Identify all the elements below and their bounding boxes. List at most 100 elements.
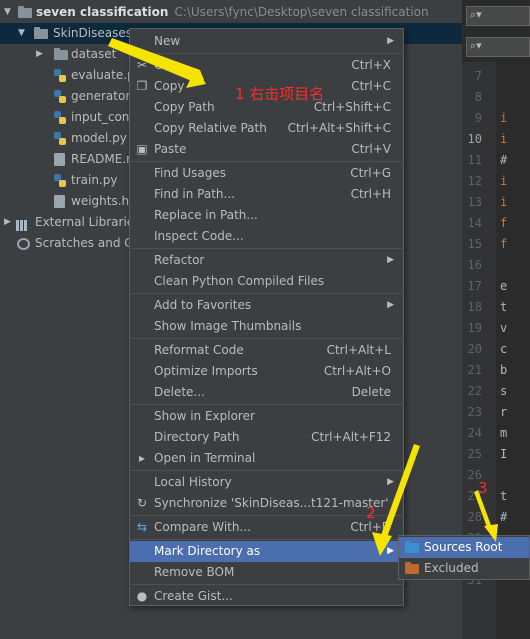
menu-item-refactor[interactable]: Refactor ▶: [130, 250, 403, 271]
submenu-arrow-icon: ▶: [387, 546, 394, 556]
line-number: 13: [467, 195, 482, 209]
tree-item-label: evaluate.p: [71, 68, 135, 82]
line-number: 18: [467, 300, 482, 314]
tree-item-label: input_conf: [71, 110, 134, 124]
menu-item-label: Copy Relative Path: [154, 121, 267, 135]
menu-item-optimize-imports[interactable]: Optimize Imports Ctrl+Alt+O: [130, 361, 403, 382]
menu-item-remove-bom[interactable]: Remove BOM: [130, 562, 403, 583]
code-fragment: i: [500, 174, 508, 188]
code-fragment: #: [500, 153, 508, 167]
menu-item-label: Remove BOM: [154, 565, 235, 579]
menu-item-label: Reformat Code: [154, 343, 244, 357]
tree-item-label: train.py: [71, 173, 118, 187]
search-field-secondary[interactable]: ⌕▾: [466, 37, 530, 57]
code-fragment: v: [500, 321, 508, 335]
python-file-icon: [54, 111, 66, 124]
code-fragment: i: [500, 111, 508, 125]
menu-item-directory-path[interactable]: Directory Path Ctrl+Alt+F12: [130, 427, 403, 448]
chevron-right-icon[interactable]: ▶: [36, 44, 46, 65]
line-number: 19: [467, 321, 482, 335]
menu-item-reformat-code[interactable]: Reformat Code Ctrl+Alt+L: [130, 340, 403, 361]
annotation-step-1: 1 右击项目名: [235, 85, 325, 103]
chevron-right-icon[interactable]: ▶: [4, 212, 14, 233]
menu-item-mark-directory-as[interactable]: Mark Directory as ▶: [130, 541, 403, 562]
submenu-item-sources-root[interactable]: Sources Root: [399, 537, 529, 558]
menu-item-shortcut: Ctrl+X: [351, 58, 391, 72]
menu-item-label: Directory Path: [154, 430, 240, 444]
folder-icon: [405, 562, 419, 574]
menu-item-find-in-path[interactable]: Find in Path... Ctrl+H: [130, 184, 403, 205]
tree-item-label: dataset: [71, 47, 117, 61]
menu-item-create-gist[interactable]: ● Create Gist...: [130, 586, 403, 607]
menu-item-find-usages[interactable]: Find Usages Ctrl+G: [130, 163, 403, 184]
menu-item-new[interactable]: New ▶: [130, 31, 403, 52]
python-file-icon: [54, 174, 66, 187]
menu-item-label: Copy Path: [154, 100, 215, 114]
menu-item-label: Add to Favorites: [154, 298, 252, 312]
menu-item-show-image-thumbnails[interactable]: Show Image Thumbnails: [130, 316, 403, 337]
menu-item-shortcut: Ctrl+V: [351, 142, 391, 156]
code-fragment: t: [500, 489, 508, 503]
menu-item-paste[interactable]: ▣ Paste Ctrl+V: [130, 139, 403, 160]
tree-item-label: weights.h5: [71, 194, 137, 208]
menu-item-open-in-terminal[interactable]: ▸ Open in Terminal: [130, 448, 403, 469]
tree-root-row[interactable]: ▼ seven classification C:\Users\fync\Desk…: [0, 2, 462, 23]
menu-item-shortcut: Ctrl+H: [350, 187, 391, 201]
search-field[interactable]: ⌕▾: [466, 6, 530, 26]
submenu-item-excluded[interactable]: Excluded: [399, 558, 529, 579]
menu-item-copy-relative-path[interactable]: Copy Relative Path Ctrl+Alt+Shift+C: [130, 118, 403, 139]
copy-icon: ❐: [136, 79, 148, 93]
line-number: 7: [474, 69, 482, 83]
tree-item-label: generator: [71, 89, 131, 103]
compare-icon: ⇆: [136, 520, 148, 534]
code-fragment: f: [500, 237, 508, 251]
code-fragment: e: [500, 279, 508, 293]
python-file-icon: [54, 90, 66, 103]
menu-item-inspect-code[interactable]: Inspect Code...: [130, 226, 403, 247]
menu-item-label: Open in Terminal: [154, 451, 256, 465]
chevron-down-icon[interactable]: ▼: [18, 23, 28, 44]
menu-item-clean-python-compiled-files[interactable]: Clean Python Compiled Files: [130, 271, 403, 292]
menu-item-cut[interactable]: ✂ Cut Ctrl+X: [130, 55, 403, 76]
menu-separator: [131, 53, 402, 54]
line-number: 21: [467, 363, 482, 377]
line-number: 17: [467, 279, 482, 293]
mark-directory-submenu: Sources Root Excluded: [398, 535, 530, 580]
code-fragment: i: [500, 132, 508, 146]
menu-item-local-history[interactable]: Local History ▶: [130, 472, 403, 493]
menu-separator: [131, 161, 402, 162]
code-fragment: r: [500, 405, 508, 419]
menu-item-label: Inspect Code...: [154, 229, 244, 243]
project-path: C:\Users\fync\Desktop\seven classificati…: [174, 5, 429, 19]
submenu-arrow-icon: ▶: [387, 300, 394, 310]
menu-item-label: Create Gist...: [154, 589, 233, 603]
line-number: 9: [474, 111, 482, 125]
menu-separator: [131, 293, 402, 294]
menu-separator: [131, 539, 402, 540]
line-number: 10: [467, 132, 482, 146]
scratches-icon: [17, 238, 30, 250]
line-number: 24: [467, 426, 482, 440]
code-fragment: c: [500, 342, 508, 356]
line-number: 22: [467, 384, 482, 398]
menu-separator: [131, 515, 402, 516]
line-number: 16: [467, 258, 482, 272]
menu-item-label: Clean Python Compiled Files: [154, 274, 325, 288]
menu-item-shortcut: Ctrl+Alt+O: [323, 364, 391, 378]
menu-item-label: Mark Directory as: [154, 544, 261, 558]
menu-item-show-in-explorer[interactable]: Show in Explorer: [130, 406, 403, 427]
menu-separator: [131, 338, 402, 339]
menu-item-label: Local History: [154, 475, 232, 489]
menu-item-label: Compare With...: [154, 520, 251, 534]
menu-item-add-to-favorites[interactable]: Add to Favorites ▶: [130, 295, 403, 316]
menu-item-delete[interactable]: Delete... Delete: [130, 382, 403, 403]
line-number: 14: [467, 216, 482, 230]
line-number: 11: [467, 153, 482, 167]
menu-item-replace-in-path[interactable]: Replace in Path...: [130, 205, 403, 226]
code-fragment: I: [500, 447, 508, 461]
code-fragment: t: [500, 300, 508, 314]
line-number: 23: [467, 405, 482, 419]
menu-item-synchronize-skindiseas-t121-master[interactable]: ↻ Synchronize 'SkinDiseas...t121-master': [130, 493, 403, 514]
menu-item-compare-with[interactable]: ⇆ Compare With... Ctrl+D: [130, 517, 403, 538]
chevron-down-icon[interactable]: ▼: [4, 2, 14, 23]
